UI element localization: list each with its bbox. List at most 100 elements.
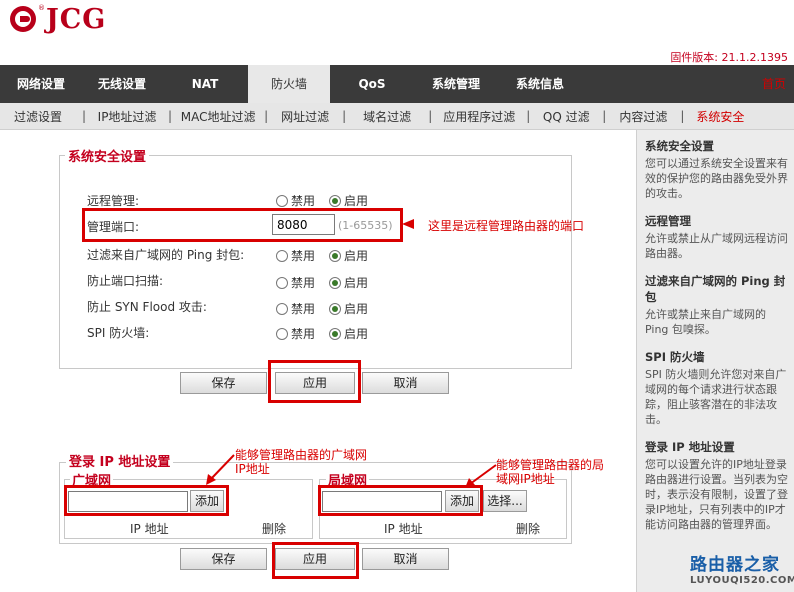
wan-ping-enable-radio[interactable] [329,249,342,262]
disable-label: 禁用 [291,249,316,263]
nav-firewall[interactable]: 防火墙 [248,65,330,103]
help-text: 允许或禁止从广域网远程访问路由器。 [645,232,788,260]
annotation-wan-text-1: 能够管理路由器的广域网 [235,448,368,462]
separator: | [82,109,87,123]
watermark-line-1: 路由器之家 [690,555,780,575]
nav-wireless[interactable]: 无线设置 [82,65,162,103]
port-scan-enable-radio[interactable] [329,276,342,289]
save-button[interactable]: 保存 [180,372,267,394]
syn-flood-disable-radio[interactable] [276,302,288,315]
annotation-lan-text-2: 域网IP地址 [496,472,555,486]
help-block: 系统安全设置 您可以通过系统安全设置来有效的保护您的路由器免受外界的攻击。 [645,138,788,201]
separator: | [428,109,433,123]
wan-ping-disable-radio[interactable] [276,249,288,262]
main-nav: 网络设置 无线设置 NAT 防火墙 QoS 系统管理 系统信息 首页 [0,65,794,103]
subnav-filter-settings[interactable]: 过滤设置 [0,108,76,125]
annotation-wan-box [64,485,229,516]
annotation-lan-text-1: 能够管理路由器的局 [496,458,605,472]
syn-flood-enable-radio[interactable] [329,302,342,315]
annotation-wan-text-2: IP地址 [235,462,270,476]
spi-firewall-options: 禁用 启用 [276,325,368,342]
disable-label: 禁用 [291,276,316,290]
separator: | [680,109,685,123]
subnav-ip-filter[interactable]: IP地址过滤 [92,108,162,125]
spi-enable-radio[interactable] [329,327,342,340]
annotation-apply-box [268,360,361,403]
nav-nat[interactable]: NAT [162,65,248,103]
annotation-lan-box [318,485,483,516]
security-legend: 系统安全设置 [65,146,150,165]
remote-mgmt-options: 禁用 启用 [276,192,368,209]
annotation-arrow-icon [402,219,414,229]
help-title: 远程管理 [645,214,691,228]
help-text: 您可以设置允许的IP地址登录路由器进行设置。当列表为空时，表示没有限制，设置了登… [645,458,788,531]
syn-flood-label: 防止 SYN Flood 攻击: [87,300,207,314]
save-button-bottom[interactable]: 保存 [180,548,267,570]
disable-label: 禁用 [291,327,316,341]
help-block: 登录 IP 地址设置 您可以设置允许的IP地址登录路由器进行设置。当列表为空时，… [645,439,788,532]
subnav-url-filter[interactable]: 网址过滤 [274,108,336,125]
remote-mgmt-disable-radio[interactable] [276,194,288,207]
enable-label: 启用 [344,249,369,263]
annotation-port-box [82,208,403,242]
subnav-app-filter[interactable]: 应用程序过滤 [438,108,520,125]
firmware-version: 固件版本: 21.1.2.1395 [670,51,788,64]
remote-mgmt-label: 远程管理: [87,194,140,208]
help-title: 系统安全设置 [645,139,714,153]
help-block: 过滤来自广域网的 Ping 封包 允许或禁止来自广域网的 Ping 包嗅探。 [645,273,788,337]
lan-col-delete: 删除 [516,522,541,536]
separator: | [342,109,347,123]
brand-logo: ® JCG [10,3,107,35]
site-watermark: 路由器之家 LUYOUQI520.COM [690,550,794,590]
separator: | [264,109,269,123]
disable-label: 禁用 [291,194,316,208]
annotation-apply-bottom-box [272,542,359,579]
help-text: 您可以通过系统安全设置来有效的保护您的路由器免受外界的攻击。 [645,157,788,200]
enable-label: 启用 [344,276,369,290]
port-scan-disable-radio[interactable] [276,276,288,289]
spi-firewall-label: SPI 防火墙: [87,326,150,340]
cancel-button[interactable]: 取消 [362,372,449,394]
subnav-content-filter[interactable]: 内容过滤 [612,108,674,125]
subnav-qq-filter[interactable]: QQ 过滤 [536,108,596,125]
wan-ping-options: 禁用 启用 [276,247,368,264]
wan-col-delete: 删除 [262,522,287,536]
separator: | [602,109,607,123]
nav-home[interactable]: 首页 [762,65,786,103]
annotation-port-text: 这里是远程管理路由器的端口 [428,219,585,233]
registered-mark: ® [38,4,45,12]
lan-choose-button[interactable]: 选择... [483,490,527,512]
port-scan-label: 防止端口扫描: [87,274,164,288]
login-ip-legend: 登录 IP 地址设置 [66,451,174,470]
help-title: SPI 防火墙 [645,350,705,364]
enable-label: 启用 [344,194,369,208]
nav-system-admin[interactable]: 系统管理 [414,65,498,103]
help-block: 远程管理 允许或禁止从广域网远程访问路由器。 [645,213,788,261]
help-panel: 系统安全设置 您可以通过系统安全设置来有效的保护您的路由器免受外界的攻击。 远程… [636,130,794,592]
nav-qos[interactable]: QoS [330,65,414,103]
annotation-wan-arrow-icon [206,454,235,485]
nav-network[interactable]: 网络设置 [0,65,82,103]
help-text: SPI 防火墙则允许您对来自广域网的每个请求进行状态跟踪，阻止骇客潜在的非法攻击… [645,368,787,426]
help-block: SPI 防火墙 SPI 防火墙则允许您对来自广域网的每个请求进行状态跟踪，阻止骇… [645,349,788,427]
subnav-mac-filter[interactable]: MAC地址过滤 [178,108,258,125]
wan-ping-label: 过滤来自广域网的 Ping 封包: [87,248,245,262]
subnav-domain-filter[interactable]: 域名过滤 [352,108,422,125]
cancel-button-bottom[interactable]: 取消 [362,548,449,570]
nav-system-info[interactable]: 系统信息 [498,65,582,103]
brand-name: JCG [46,3,107,35]
enable-label: 启用 [344,302,369,316]
port-scan-options: 禁用 启用 [276,274,368,291]
help-text: 允许或禁止来自广域网的 Ping 包嗅探。 [645,308,766,336]
separator: | [526,109,531,123]
subnav-system-security[interactable]: 系统安全 [690,108,750,125]
help-title: 过滤来自广域网的 Ping 封包 [645,274,786,304]
spi-disable-radio[interactable] [276,327,288,340]
disable-label: 禁用 [291,302,316,316]
help-title: 登录 IP 地址设置 [645,440,735,454]
annotation-lan-arrow-icon [465,464,497,488]
remote-mgmt-enable-radio[interactable] [329,194,342,207]
watermark-line-2: LUYOUQI520.COM [690,575,794,586]
jcg-logo-icon [10,6,36,32]
enable-label: 启用 [344,327,369,341]
